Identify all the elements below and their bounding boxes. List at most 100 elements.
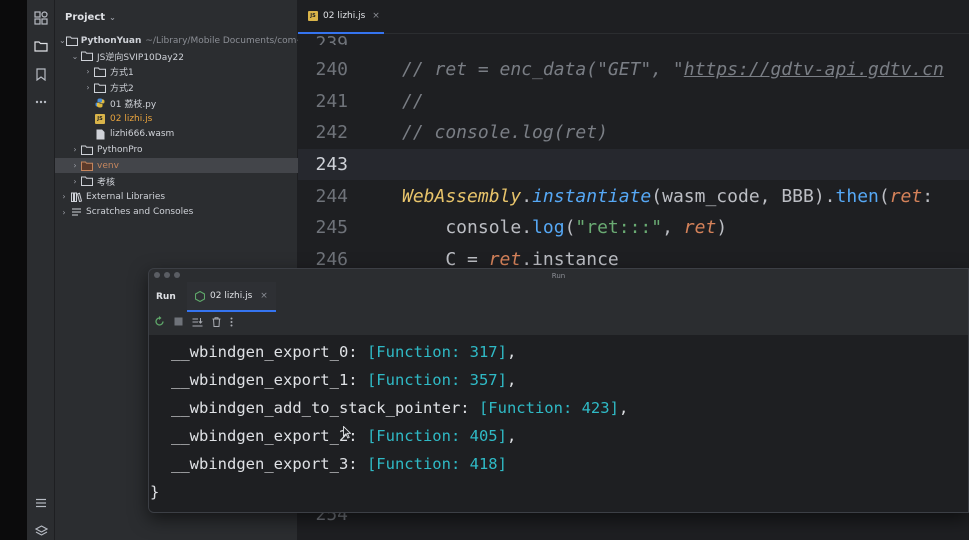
code-token: .instance [521,249,619,270]
tree-item-kaohe[interactable]: › 考核 [55,173,298,189]
tree-item-label: 方式1 [110,68,134,79]
code-token: WebAssembly [402,186,522,207]
window-minimize-dot[interactable] [164,272,170,278]
chevron-right-icon[interactable]: › [83,83,93,92]
line-number: 239 [315,33,348,45]
code-line-239: 239 [298,23,969,45]
tree-item-pythonpro[interactable]: › PythonPro [55,142,298,158]
folder-icon [80,144,94,155]
code-token: "ret:::" [575,217,663,238]
tree-item-lizhi-py[interactable]: 01 荔枝.py [55,95,298,111]
chevron-down-icon[interactable]: ⌄ [59,36,66,45]
run-header: Run 02 lizhi.js × [149,282,968,312]
run-label: Run [156,292,176,302]
console-key: __wbindgen_export_2: [171,427,367,445]
tree-item-label: 方式2 [110,84,134,95]
run-tab-label: 02 lizhi.js [210,291,253,301]
folder-icon[interactable] [33,38,49,54]
console-value: [Function: 357] [366,371,507,389]
code-comment: // ret = enc_data("GET", " [402,59,684,80]
structure-icon[interactable] [33,10,49,26]
code-comment: // console.log(ret) [402,122,608,143]
more-vertical-icon[interactable] [230,317,233,330]
run-window-title: Run [551,271,566,280]
code-comment: // [402,91,424,112]
console-punct: , [506,427,517,445]
window-close-dot[interactable] [154,272,160,278]
console-closing-brace: } [150,483,160,501]
tree-item-external-libraries[interactable]: › External Libraries [55,189,298,205]
run-toolbar [149,312,968,334]
code-line-240: 240 // ret = enc_data("GET", "https://gd… [298,54,969,85]
code-token: . [521,186,533,207]
tree-item-label: Scratches and Consoles [86,207,194,218]
trash-icon[interactable] [212,316,221,330]
tree-item-fangshi2[interactable]: › 方式2 [55,80,298,96]
tree-item-label: External Libraries [86,191,166,202]
code-token: (wasm_code, BBB). [651,186,836,207]
js-file-icon: JS [93,113,107,124]
folder-icon [93,66,107,77]
chevron-down-icon: ⌄ [109,12,116,22]
code-token: , [662,217,684,238]
line-number: 245 [315,217,348,238]
scroll-to-end-icon[interactable] [192,317,203,330]
chevron-right-icon[interactable]: › [59,192,69,201]
code-line-254: 254 [298,510,969,540]
console-key: __wbindgen_export_0: [171,343,367,361]
project-panel-header[interactable]: Project ⌄ [55,0,297,34]
chevron-right-icon[interactable]: › [83,67,93,76]
tree-item-js-folder[interactable]: ⌄ JS逆向SVIP10Day22 [55,49,298,65]
todo-list-icon[interactable] [33,495,49,511]
close-icon[interactable]: × [372,11,380,21]
console-key: __wbindgen_export_3: [171,455,367,473]
tree-item-label: 01 荔枝.py [110,99,157,110]
code-token: C = [402,249,489,270]
tree-item-label: PythonYuan [80,35,142,46]
code-token: ret [683,217,717,238]
screen-edge [0,0,27,540]
console-value: [Function: 405] [366,427,507,445]
tree-item-venv[interactable]: › venv [55,157,298,174]
folder-icon [93,82,107,93]
tree-item-pythonyuan[interactable]: ⌄ PythonYuan ~/Library/Mobile Documents/… [55,33,304,49]
scratches-icon [69,207,83,218]
console-punct: , [506,371,517,389]
tree-item-lizhi-wasm[interactable]: lizhi666.wasm [55,127,298,143]
chevron-right-icon[interactable]: › [59,208,69,217]
line-number: 240 [315,59,348,80]
file-icon [93,129,107,140]
chevron-right-icon[interactable]: › [70,161,80,170]
run-window-titlebar[interactable]: Run [149,269,968,282]
bookmark-icon[interactable] [33,66,49,82]
tree-item-fangshi1[interactable]: › 方式1 [55,64,298,80]
more-icon[interactable] [33,94,49,110]
code-token: ( [878,186,890,207]
code-line-244: 244 WebAssembly.instantiate(wasm_code, B… [298,181,969,212]
code-token: : [922,186,934,207]
chevron-right-icon[interactable]: › [70,177,80,186]
folder-icon [80,176,94,187]
tree-item-lizhi-js[interactable]: JS 02 lizhi.js [55,111,298,127]
chevron-down-icon[interactable]: ⌄ [70,52,80,61]
code-url-link[interactable]: https://gdtv-api.gdtv.cn [684,59,944,80]
code-line-241: 241 // [298,86,969,117]
console-output[interactable]: __wbindgen_export_0: [Function: 317], __… [149,335,968,512]
code-token: ( [564,217,576,238]
close-icon[interactable]: × [260,291,268,301]
console-line: __wbindgen_export_3: [Function: 418] [171,455,507,473]
code-token: log [532,217,565,238]
rerun-icon[interactable] [154,316,165,330]
tree-item-scratches[interactable]: › Scratches and Consoles [55,205,298,221]
stop-icon[interactable] [174,317,183,329]
folder-icon [65,35,78,46]
layers-icon[interactable] [33,523,49,539]
console-line: __wbindgen_export_0: [Function: 317], [171,343,516,361]
code-token: instantiate [532,186,652,207]
console-key: __wbindgen_add_to_stack_pointer: [171,399,479,417]
run-tab-lizhi-js[interactable]: 02 lizhi.js × [187,282,276,312]
folder-icon [80,51,94,62]
chevron-right-icon[interactable]: › [70,145,80,154]
console-line: __wbindgen_add_to_stack_pointer: [Functi… [171,399,628,417]
window-zoom-dot[interactable] [174,272,180,278]
